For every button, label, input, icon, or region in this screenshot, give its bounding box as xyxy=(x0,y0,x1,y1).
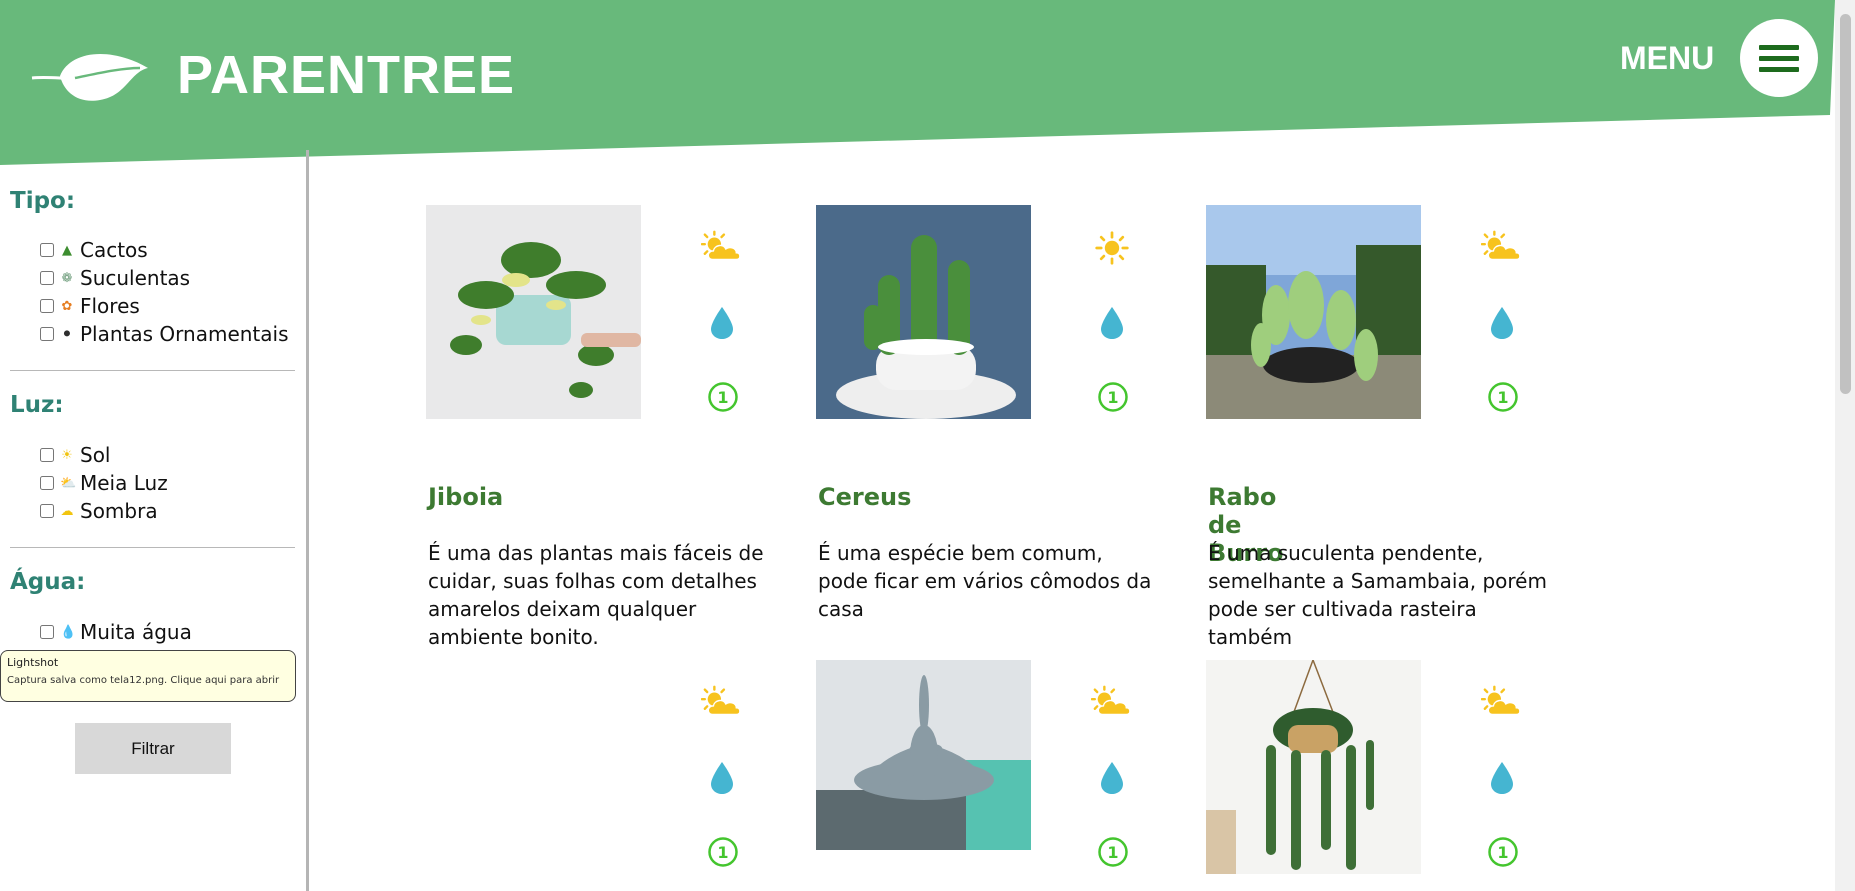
filter-option-meia-luz[interactable]: ⛅ Meia Luz xyxy=(40,471,168,495)
divider xyxy=(10,547,295,548)
plant-photo[interactable] xyxy=(426,205,641,419)
checkbox-sombra[interactable] xyxy=(40,504,54,518)
plant-photo[interactable] xyxy=(1206,660,1421,874)
plant-photo[interactable] xyxy=(816,205,1031,419)
sun-cloud-icon xyxy=(701,685,743,725)
filter-option-plantas-ornamentais[interactable]: ⚫ Plantas Ornamentais xyxy=(40,322,289,346)
sun-cloud-icon xyxy=(1481,685,1523,725)
plant-description: É uma espécie bem comum, pode ficar em v… xyxy=(818,541,1152,621)
filter-label: Cactos xyxy=(80,238,148,262)
svg-text:1: 1 xyxy=(717,843,728,862)
leaf-logo-icon[interactable] xyxy=(30,46,150,106)
brand-title[interactable]: PARENTREE xyxy=(177,44,515,106)
filter-option-sombra[interactable]: ☁ Sombra xyxy=(40,499,158,523)
filter-label: Flores xyxy=(80,294,140,318)
filter-label: Suculentas xyxy=(80,266,191,290)
care-level-badge: 1 xyxy=(1097,836,1129,872)
sun-icon xyxy=(1091,230,1133,270)
filter-option-flores[interactable]: ✿ Flores xyxy=(40,294,140,318)
plant-photo[interactable] xyxy=(1206,205,1421,419)
svg-text:1: 1 xyxy=(717,388,728,407)
scrollbar-thumb[interactable] xyxy=(1840,14,1851,394)
hamburger-icon xyxy=(1759,39,1799,78)
care-level-badge: 1 xyxy=(1097,381,1129,417)
filter-option-sol[interactable]: ☀ Sol xyxy=(40,443,111,467)
svg-text:1: 1 xyxy=(1497,388,1508,407)
care-level-badge: 1 xyxy=(1487,381,1519,417)
sun-cloud-icon xyxy=(701,230,743,270)
care-level-badge: 1 xyxy=(707,381,739,417)
filter-sidebar: Tipo: ▲ Cactos ❁ Suculentas ✿ Flores ⚫ P… xyxy=(0,150,309,891)
filter-option-suculentas[interactable]: ❁ Suculentas xyxy=(40,266,190,290)
care-level-badge: 1 xyxy=(707,836,739,872)
potted-plant-icon: ⚫ xyxy=(61,326,73,342)
notification-title: Lightshot xyxy=(7,656,59,669)
filter-title-tipo: Tipo: xyxy=(10,188,76,214)
menu-label[interactable]: MENU xyxy=(1620,40,1714,77)
notification-text: Captura salva como tela12.png. Clique aq… xyxy=(7,675,280,686)
filter-option-cactos[interactable]: ▲ Cactos xyxy=(40,238,148,262)
lightshot-notification[interactable]: Lightshot Captura salva como tela12.png.… xyxy=(0,650,296,702)
filter-label: Plantas Ornamentais xyxy=(80,322,289,346)
filter-label: Sol xyxy=(80,443,111,467)
divider xyxy=(10,370,295,371)
cloud-icon: ☁ xyxy=(60,503,74,519)
water-drop-icon xyxy=(1487,305,1517,345)
cactus-icon: ▲ xyxy=(62,242,72,258)
water-drop-icon xyxy=(707,760,737,800)
checkbox-sol[interactable] xyxy=(40,448,54,462)
filter-option-muita-agua[interactable]: 💧 Muita água xyxy=(40,620,192,644)
sun-cloud-icon xyxy=(1091,685,1133,725)
plant-photo[interactable] xyxy=(816,660,1031,850)
filter-title-luz: Luz: xyxy=(10,392,64,418)
sun-cloud-icon xyxy=(1481,230,1523,270)
succulent-icon: ❁ xyxy=(61,270,73,286)
water-drops-icon: 💧 xyxy=(60,624,77,640)
sun-icon: ☀ xyxy=(61,447,73,463)
water-drop-icon xyxy=(1097,305,1127,345)
filter-label: Muita água xyxy=(80,620,192,644)
svg-text:1: 1 xyxy=(1107,843,1118,862)
plant-name[interactable]: Cereus xyxy=(818,483,911,511)
filter-label: Sombra xyxy=(80,499,158,523)
plant-description: É uma das plantas mais fáceis de cuidar,… xyxy=(428,541,764,649)
plant-name[interactable]: Jiboia xyxy=(428,483,503,511)
header: PARENTREE MENU xyxy=(0,0,1835,170)
checkbox-flores[interactable] xyxy=(40,299,54,313)
water-drop-icon xyxy=(707,305,737,345)
plant-description: É uma suculenta pendente, semelhante a S… xyxy=(1208,541,1547,649)
svg-text:1: 1 xyxy=(1497,843,1508,862)
checkbox-suculentas[interactable] xyxy=(40,271,54,285)
flower-icon: ✿ xyxy=(61,298,73,314)
checkbox-plantas-ornamentais[interactable] xyxy=(40,327,54,341)
checkbox-meia-luz[interactable] xyxy=(40,476,54,490)
filter-label: Meia Luz xyxy=(80,471,168,495)
filter-title-agua: Água: xyxy=(10,569,86,595)
filter-button[interactable]: Filtrar xyxy=(75,723,231,774)
care-level-badge: 1 xyxy=(1487,836,1519,872)
water-drop-icon xyxy=(1487,760,1517,800)
checkbox-muita-agua[interactable] xyxy=(40,625,54,639)
water-drop-icon xyxy=(1097,760,1127,800)
svg-text:1: 1 xyxy=(1107,388,1118,407)
menu-button[interactable] xyxy=(1740,19,1818,97)
sun-cloud-icon: ⛅ xyxy=(60,475,77,491)
checkbox-cactos[interactable] xyxy=(40,243,54,257)
